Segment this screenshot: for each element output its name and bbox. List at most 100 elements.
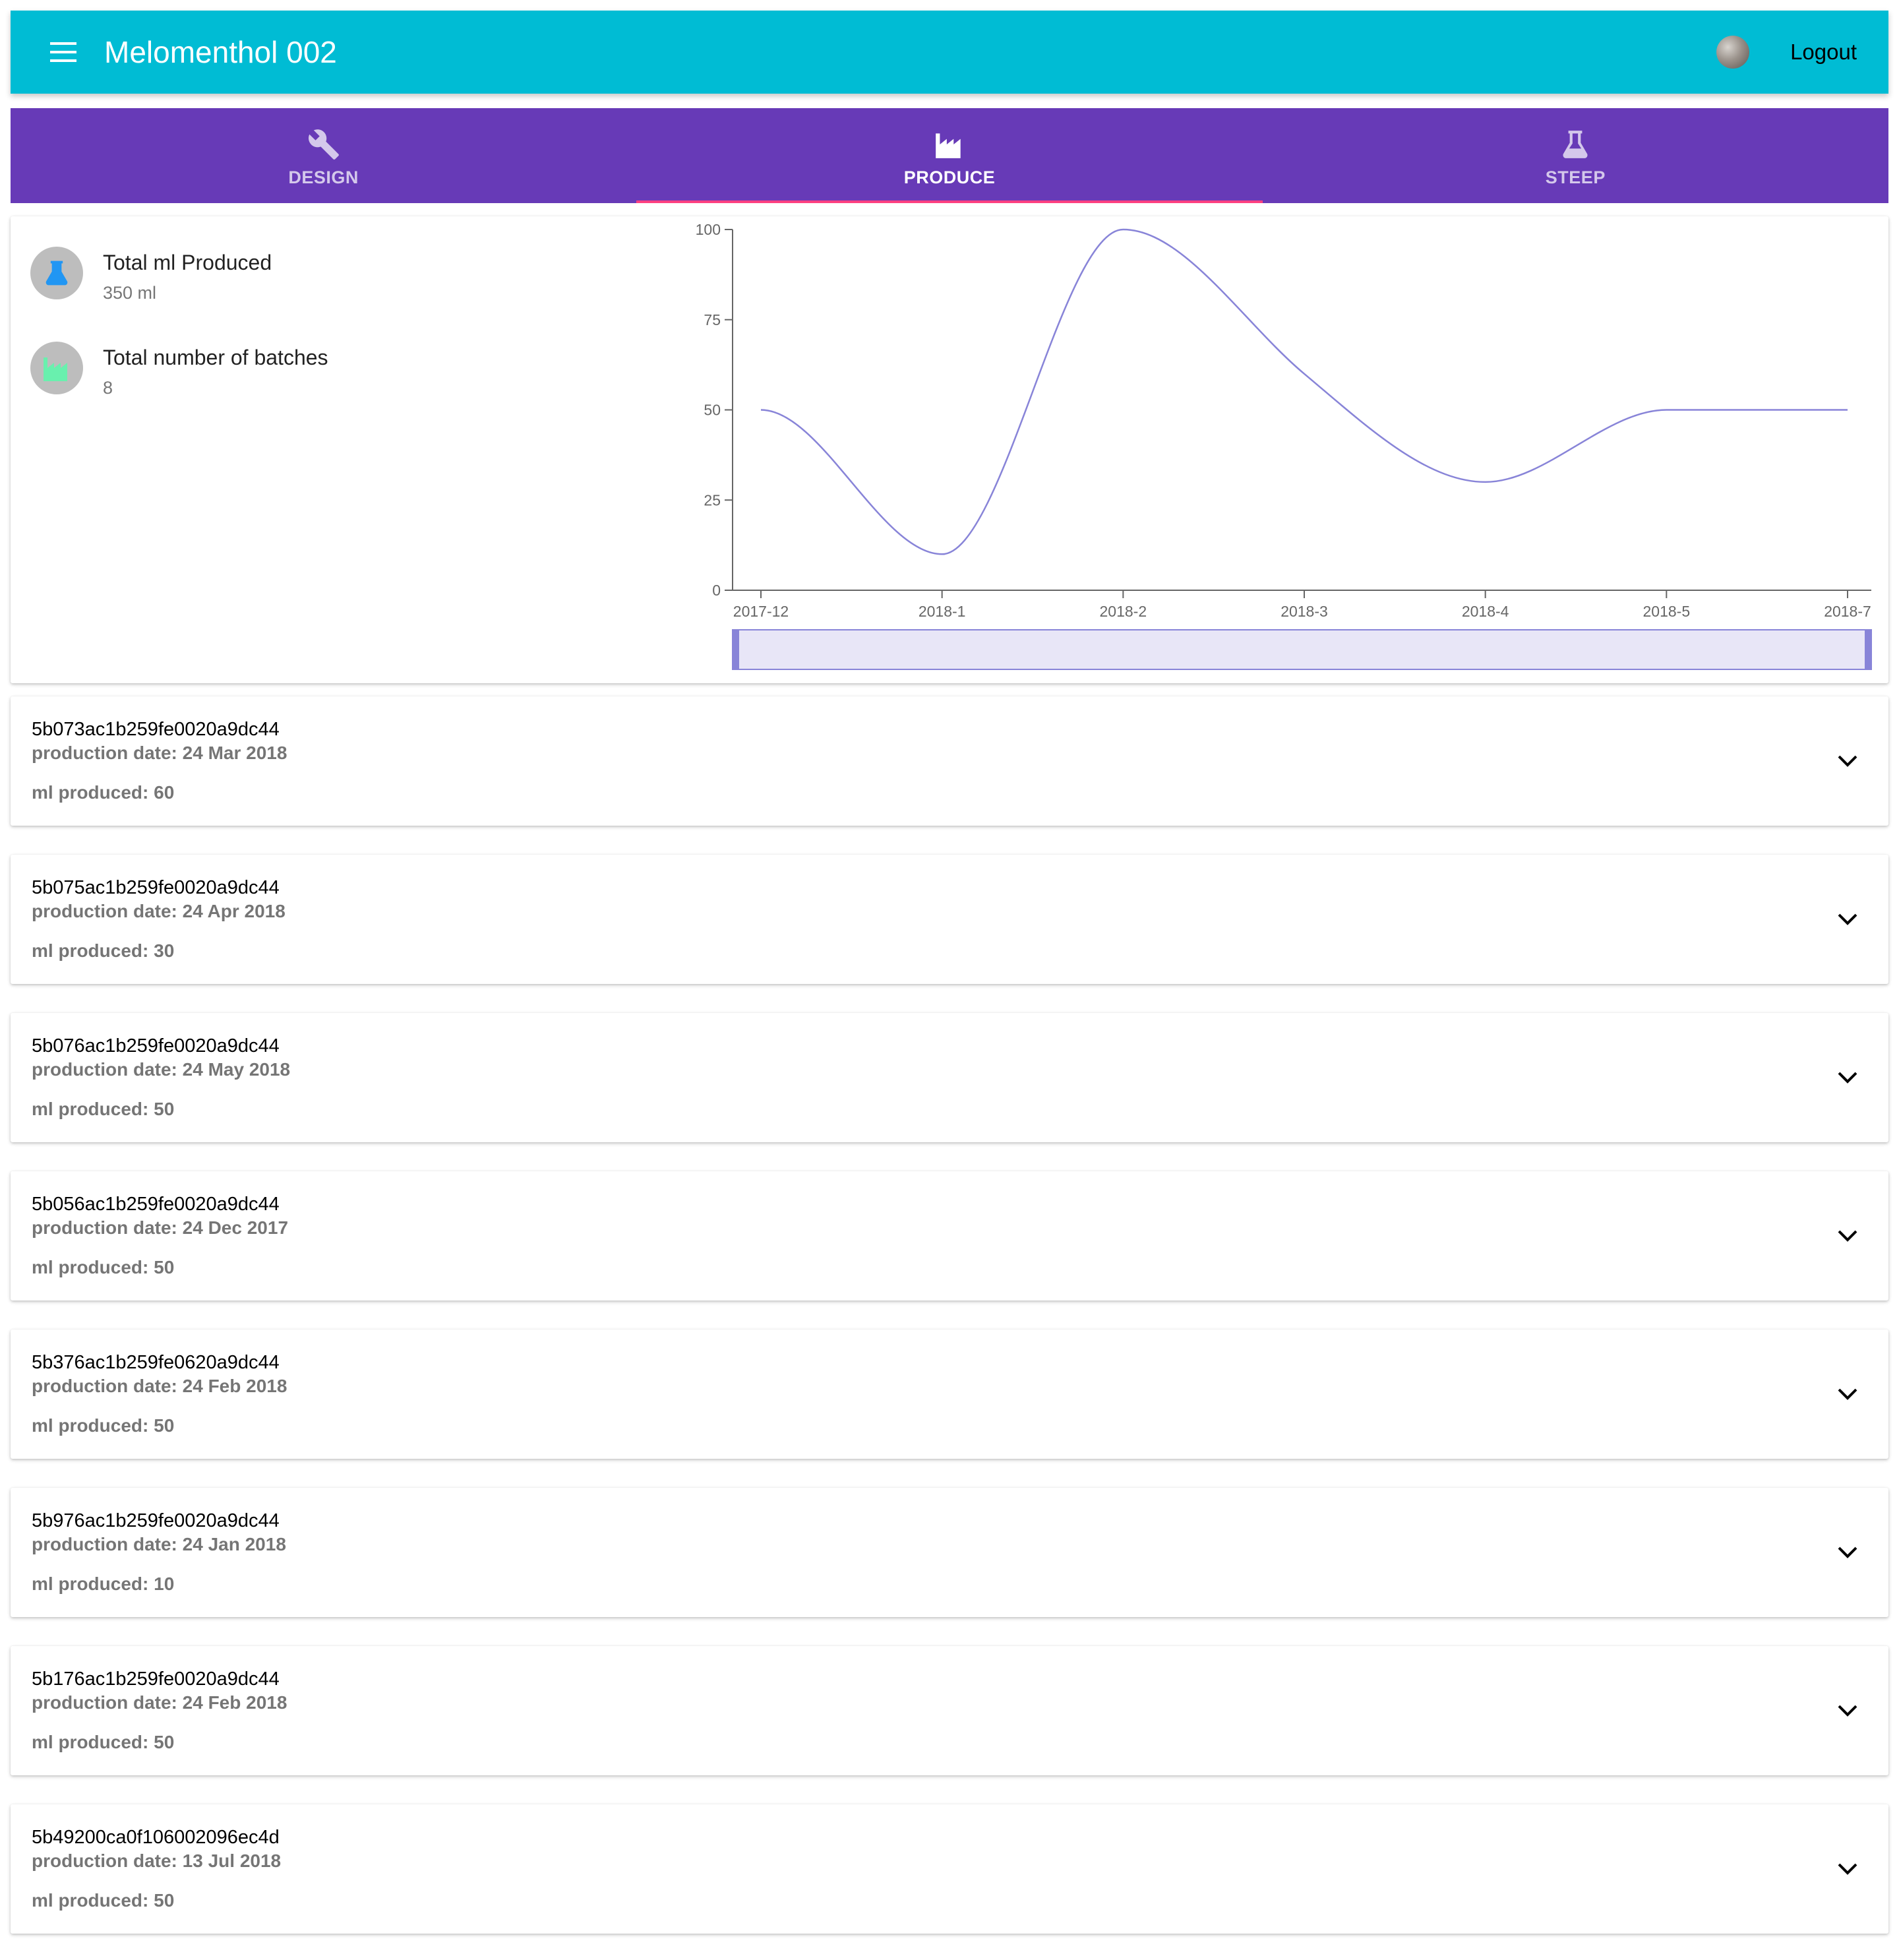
batch-date-value: 24 Feb 2018 (182, 1376, 287, 1396)
factory-icon (44, 357, 67, 381)
expand-button[interactable] (1829, 1851, 1866, 1887)
flask-icon (1563, 130, 1588, 158)
wrench-icon (308, 129, 339, 160)
chevron-down-icon (1838, 1547, 1857, 1558)
batch-card[interactable]: 5b376ac1b259fe0620a9dc44 production date:… (11, 1330, 1888, 1459)
batch-production-date: production date: 24 May 2018 (32, 1059, 290, 1080)
factory-icon (936, 133, 961, 158)
chevron-down-icon (1838, 1230, 1857, 1242)
batch-id: 5b976ac1b259fe0020a9dc44 (32, 1510, 280, 1531)
batch-card[interactable]: 5b076ac1b259fe0020a9dc44 production date:… (11, 1013, 1888, 1142)
batch-date-label: production date: (32, 1534, 177, 1554)
batch-ml-label: ml produced: (32, 1257, 149, 1277)
x-tick-label: 2018-5 (1643, 603, 1691, 620)
batch-ml-value: 50 (154, 1890, 175, 1911)
batch-ml-label: ml produced: (32, 782, 149, 803)
chevron-down-icon (1838, 1072, 1857, 1084)
batch-date-value: 24 Dec 2017 (182, 1217, 289, 1238)
active-tab-indicator (636, 200, 1263, 203)
batch-id: 5b075ac1b259fe0020a9dc44 (32, 877, 280, 898)
expand-button[interactable] (1829, 1217, 1866, 1254)
chevron-down-icon (1838, 1705, 1857, 1717)
total-batches-title: Total number of batches (103, 346, 328, 369)
batch-ml-label: ml produced: (32, 940, 149, 961)
batch-ml-value: 50 (154, 1099, 175, 1119)
tab-produce[interactable]: PRODUCE (636, 108, 1263, 203)
batch-production-date: production date: 24 Jan 2018 (32, 1534, 286, 1555)
batch-id: 5b176ac1b259fe0020a9dc44 (32, 1669, 280, 1690)
batch-ml-label: ml produced: (32, 1574, 149, 1594)
expand-button[interactable] (1829, 1059, 1866, 1096)
logout-button[interactable]: Logout (1790, 40, 1857, 65)
batch-card[interactable]: 5b976ac1b259fe0020a9dc44 production date:… (11, 1488, 1888, 1617)
batch-ml-produced: ml produced: 60 (32, 782, 174, 803)
chevron-down-icon (1838, 755, 1857, 767)
y-tick-label: 75 (704, 311, 721, 328)
batch-ml-produced: ml produced: 50 (32, 1415, 174, 1436)
chevron-down-icon (1838, 1863, 1857, 1875)
batch-production-date: production date: 24 Feb 2018 (32, 1376, 287, 1397)
batch-ml-produced: ml produced: 50 (32, 1257, 174, 1278)
expand-button[interactable] (1829, 1534, 1866, 1571)
expand-button[interactable] (1829, 1376, 1866, 1413)
y-tick-label: 25 (704, 491, 721, 508)
total-batches-avatar (30, 342, 83, 394)
batch-card[interactable]: 5b075ac1b259fe0020a9dc44 production date:… (11, 855, 1888, 984)
batch-date-label: production date: (32, 1217, 177, 1238)
batch-id: 5b076ac1b259fe0020a9dc44 (32, 1035, 280, 1057)
batch-date-value: 24 May 2018 (182, 1059, 291, 1080)
batch-date-value: 24 Mar 2018 (182, 743, 287, 763)
expand-button[interactable] (1829, 743, 1866, 780)
brush-handle-left (733, 630, 739, 669)
batch-date-label: production date: (32, 901, 177, 921)
total-batches-value: 8 (103, 378, 113, 398)
batch-ml-label: ml produced: (32, 1099, 149, 1119)
batch-date-value: 24 Feb 2018 (182, 1692, 287, 1713)
batch-date-label: production date: (32, 1059, 177, 1080)
x-tick-label: 2018-3 (1281, 603, 1328, 620)
batch-production-date: production date: 13 Jul 2018 (32, 1851, 281, 1872)
tab-design[interactable]: DESIGN (11, 108, 636, 203)
flask-icon (45, 260, 68, 286)
tab-steep[interactable]: STEEP (1263, 108, 1888, 203)
expand-button[interactable] (1829, 901, 1866, 938)
batch-date-label: production date: (32, 1692, 177, 1713)
batch-date-label: production date: (32, 743, 177, 763)
batch-card[interactable]: 5b49200ca0f106002096ec4d production date:… (11, 1804, 1888, 1934)
batch-ml-produced: ml produced: 50 (32, 1099, 174, 1120)
batch-card[interactable]: 5b176ac1b259fe0020a9dc44 production date:… (11, 1646, 1888, 1775)
summary-card: Total ml Produced 350 ml Total number of… (11, 216, 1888, 683)
expand-button[interactable] (1829, 1692, 1866, 1729)
batch-production-date: production date: 24 Mar 2018 (32, 743, 287, 764)
batch-id: 5b073ac1b259fe0020a9dc44 (32, 719, 280, 740)
x-tick-label: 2018-2 (1100, 603, 1147, 620)
batch-production-date: production date: 24 Dec 2017 (32, 1217, 288, 1239)
total-batches-stat: Total number of batches 8 (30, 342, 328, 398)
total-ml-stat: Total ml Produced 350 ml (30, 247, 272, 303)
batch-ml-value: 50 (154, 1415, 175, 1436)
batch-ml-value: 50 (154, 1257, 175, 1277)
batch-ml-value: 60 (154, 782, 175, 803)
tab-steep-label: STEEP (1545, 167, 1606, 187)
batch-production-date: production date: 24 Apr 2018 (32, 901, 286, 922)
batch-date-label: production date: (32, 1376, 177, 1396)
y-tick-label: 0 (712, 582, 721, 599)
production-line-chart: 0 25 50 75 100 2017-12 2018-1 2018-2 2018-3 2018-… (696, 221, 1872, 670)
batch-card[interactable]: 5b056ac1b259fe0020a9dc44 production date:… (11, 1171, 1888, 1301)
batch-card[interactable]: 5b073ac1b259fe0020a9dc44 production date:… (11, 696, 1888, 826)
batch-id: 5b056ac1b259fe0020a9dc44 (32, 1194, 280, 1215)
user-avatar[interactable] (1716, 36, 1750, 69)
y-tick-label: 100 (696, 221, 721, 238)
batch-ml-label: ml produced: (32, 1415, 149, 1436)
chevron-down-icon (1838, 913, 1857, 925)
series-line (760, 228, 1848, 555)
total-ml-title: Total ml Produced (103, 251, 272, 274)
batch-ml-label: ml produced: (32, 1732, 149, 1752)
menu-button[interactable] (40, 28, 87, 76)
tab-design-label: DESIGN (288, 167, 359, 187)
chevron-down-icon (1838, 1388, 1857, 1400)
batch-date-value: 24 Apr 2018 (182, 901, 286, 921)
tab-bar: DESIGN PRODUCE STEEP (11, 108, 1888, 203)
x-tick-label: 2018-4 (1462, 603, 1509, 620)
brush-handle-right (1865, 630, 1871, 669)
